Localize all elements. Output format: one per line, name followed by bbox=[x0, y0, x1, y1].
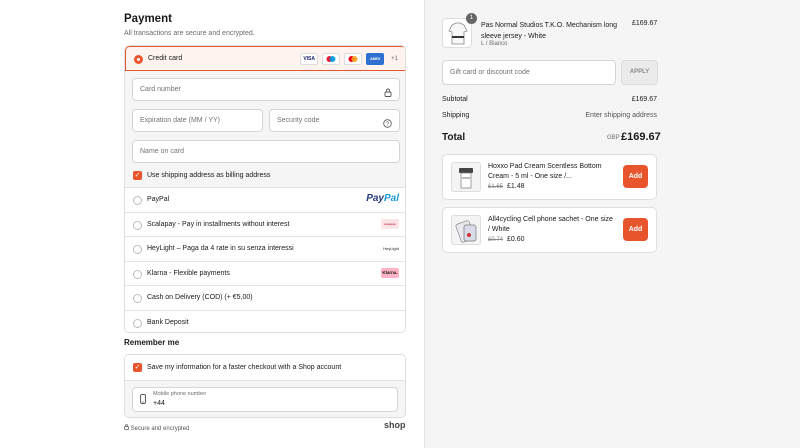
more-cards-count: +1 bbox=[391, 56, 398, 62]
upsell-item: All4cycling Cell phone sachet - One size… bbox=[442, 207, 657, 253]
credit-card-radio[interactable] bbox=[134, 55, 143, 64]
help-icon[interactable]: ? bbox=[383, 115, 392, 136]
payment-option-scalapay[interactable]: Scalapay - Pay in installments without i… bbox=[125, 211, 405, 236]
upsell-thumbnail bbox=[451, 162, 481, 192]
remember-me-title: Remember me bbox=[124, 338, 180, 347]
secure-text: Secure and encrypted bbox=[130, 426, 190, 432]
billing-label: Use shipping address as billing address bbox=[147, 172, 271, 179]
scalapay-radio[interactable] bbox=[133, 220, 142, 230]
upsell-thumbnail bbox=[451, 215, 481, 245]
cod-radio[interactable] bbox=[133, 294, 142, 303]
phone-icon bbox=[140, 394, 146, 406]
upsell-title: All4cycling Cell phone sachet - One size… bbox=[488, 216, 613, 233]
cream-image-icon bbox=[459, 168, 473, 189]
shop-logo: shop bbox=[384, 420, 406, 430]
remember-me-form: Mobile phone number +44 bbox=[125, 380, 405, 417]
credit-card-option[interactable]: Credit card VISA AMEX +1 bbox=[125, 46, 405, 71]
phone-label: Mobile phone number bbox=[153, 391, 207, 397]
paypal-logo-icon: PayPal bbox=[366, 193, 399, 204]
upsell-price: £0.74 £0.60 bbox=[488, 236, 525, 243]
save-info-label: Save my information for a faster checkou… bbox=[147, 364, 342, 371]
shipping-value: Enter shipping address bbox=[585, 112, 657, 119]
paypal-radio[interactable] bbox=[133, 196, 142, 205]
subtotal-row: Subtotal £169.67 bbox=[442, 96, 657, 103]
secure-footer: Secure and encrypted bbox=[124, 424, 189, 432]
svg-text:?: ? bbox=[386, 122, 389, 128]
klarna-logo-icon: Klarna. bbox=[381, 267, 399, 278]
upsell-item: Hoxxo Pad Cream Scentless Bottom Cream -… bbox=[442, 154, 657, 200]
upsell-price: £1.65 £1.48 bbox=[488, 183, 525, 190]
product-variant: L / Bianco bbox=[481, 41, 508, 47]
phone-sachet-image-icon bbox=[455, 220, 477, 243]
card-number-field[interactable]: Card number bbox=[132, 78, 400, 101]
cod-label: Cash on Delivery (COD) (+ €5,00) bbox=[147, 294, 253, 301]
heylight-label: HeyLight – Paga da 4 rate in su senza in… bbox=[147, 245, 294, 252]
payment-option-cod[interactable]: Cash on Delivery (COD) (+ €5,00) bbox=[125, 285, 405, 310]
klarna-label: Klarna - Flexible payments bbox=[147, 269, 230, 277]
klarna-radio[interactable] bbox=[133, 269, 142, 279]
total-label: Total bbox=[442, 132, 466, 143]
payment-subtitle: All transactions are secure and encrypte… bbox=[124, 30, 255, 37]
apply-button[interactable]: APPLY bbox=[621, 60, 658, 85]
subtotal-label: Subtotal bbox=[442, 96, 468, 103]
scalapay-logo-icon: scalapay bbox=[381, 218, 399, 229]
upsell-new-price: £1.48 bbox=[507, 183, 525, 190]
amex-icon: AMEX bbox=[366, 53, 385, 65]
upsell-title: Hoxxo Pad Cream Scentless Bottom Cream -… bbox=[488, 163, 602, 180]
shipping-row: Shipping Enter shipping address bbox=[442, 112, 657, 119]
bank-label: Bank Deposit bbox=[147, 318, 189, 326]
product-price: £169.67 bbox=[632, 20, 658, 27]
discount-code-input[interactable]: Gift card or discount code bbox=[442, 60, 616, 85]
expiry-placeholder: Expiration date (MM / YY) bbox=[140, 117, 221, 124]
payment-title: Payment bbox=[124, 13, 172, 25]
bank-radio[interactable] bbox=[133, 318, 142, 328]
payment-option-paypal[interactable]: PayPal PayPal bbox=[125, 187, 405, 212]
security-code-placeholder: Security code bbox=[277, 117, 320, 124]
upsell-new-price: £0.60 bbox=[507, 236, 525, 243]
payment-option-bank[interactable]: Bank Deposit bbox=[125, 309, 405, 332]
name-on-card-placeholder: Name on card bbox=[140, 148, 184, 155]
mastercard-icon bbox=[344, 53, 363, 65]
quantity-badge: 1 bbox=[466, 13, 477, 24]
save-info-row[interactable]: ✓ Save my information for a faster check… bbox=[125, 355, 405, 380]
maestro-icon bbox=[322, 53, 341, 65]
lock-icon bbox=[384, 84, 392, 105]
billing-checkbox[interactable]: ✓ bbox=[133, 171, 142, 180]
payment-option-klarna[interactable]: Klarna - Flexible payments Klarna. bbox=[125, 260, 405, 285]
credit-card-form: Card number Expiration date (MM / YY) Se… bbox=[125, 71, 405, 199]
heylight-radio[interactable] bbox=[133, 245, 142, 254]
visa-icon: VISA bbox=[300, 53, 319, 65]
phone-value: +44 bbox=[153, 400, 165, 407]
paypal-label: PayPal bbox=[147, 196, 170, 203]
upsell-old-price: £1.65 bbox=[488, 184, 504, 190]
lock-small-icon bbox=[124, 424, 131, 432]
shipping-label: Shipping bbox=[442, 112, 470, 119]
name-on-card-field[interactable]: Name on card bbox=[132, 140, 400, 163]
add-button[interactable]: Add bbox=[623, 165, 648, 188]
mobile-phone-field[interactable]: Mobile phone number +44 bbox=[132, 387, 398, 412]
security-code-field[interactable]: Security code ? bbox=[269, 109, 400, 132]
card-brand-icons: VISA AMEX +1 bbox=[300, 53, 398, 65]
card-number-placeholder: Card number bbox=[140, 86, 181, 93]
credit-card-label: Credit card bbox=[148, 55, 183, 62]
save-info-checkbox[interactable]: ✓ bbox=[133, 363, 142, 372]
scalapay-label: Scalapay - Pay in installments without i… bbox=[147, 220, 290, 228]
expiry-field[interactable]: Expiration date (MM / YY) bbox=[132, 109, 263, 132]
heylight-logo-icon: HeyLight bbox=[383, 246, 399, 251]
remember-me-section: ✓ Save my information for a faster check… bbox=[124, 354, 406, 418]
payment-option-heylight[interactable]: HeyLight – Paga da 4 rate in su senza in… bbox=[125, 236, 405, 261]
payment-methods: Credit card VISA AMEX +1 Card number Exp… bbox=[124, 45, 406, 333]
total-value: £169.67 bbox=[621, 131, 661, 143]
upsell-old-price: £0.74 bbox=[488, 237, 504, 243]
total-currency: GBP bbox=[607, 135, 620, 141]
add-button[interactable]: Add bbox=[623, 218, 648, 241]
subtotal-value: £169.67 bbox=[631, 96, 657, 103]
product-title: Pas Normal Studios T.K.O. Mechanism long… bbox=[481, 22, 618, 40]
